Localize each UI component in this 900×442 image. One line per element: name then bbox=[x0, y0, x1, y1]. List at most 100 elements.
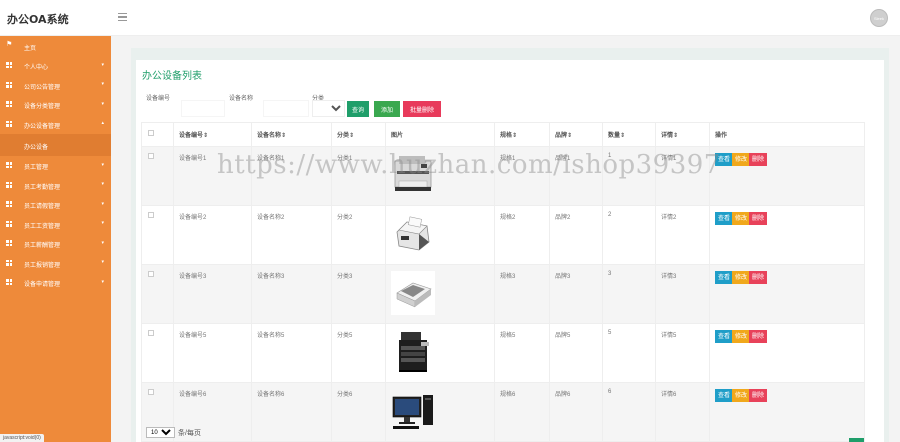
edit-button[interactable]: 修改 bbox=[732, 212, 751, 225]
sidebar-item-office-devices[interactable]: 办公设备管理 ▴ bbox=[0, 114, 111, 134]
edit-button[interactable]: 修改 bbox=[732, 330, 751, 343]
batch-delete-button[interactable]: 批量删除 bbox=[403, 101, 441, 117]
grid-icon bbox=[6, 201, 12, 207]
chevron-down-icon: ▾ bbox=[101, 100, 104, 107]
cell-qty: 6 bbox=[602, 382, 656, 442]
sidebar-item-reimbursement[interactable]: 员工报销管理 ▾ bbox=[0, 253, 111, 273]
sidebar-item-employees[interactable]: 员工管理 ▾ bbox=[0, 156, 111, 176]
delete-button[interactable]: 删除 bbox=[749, 330, 768, 343]
view-button[interactable]: 查看 bbox=[715, 153, 734, 166]
sidebar-item-device-requests[interactable]: 设备申请管理 ▾ bbox=[0, 273, 111, 293]
column-header[interactable]: 数量⇕ bbox=[602, 122, 656, 147]
sidebar-item-personal[interactable]: 个人中心 ▾ bbox=[0, 56, 111, 76]
cell-detail: 详情2 bbox=[655, 205, 710, 265]
row-checkbox[interactable] bbox=[148, 330, 154, 336]
view-button[interactable]: 查看 bbox=[715, 212, 734, 225]
column-header[interactable]: 品牌⇕ bbox=[549, 122, 603, 147]
chevron-down-icon: ▾ bbox=[101, 259, 104, 265]
table-row: 设备编号5 设备名称5 分类5 规格5 品牌5 5 详情5 查看 修改 删除 bbox=[141, 323, 865, 383]
grid-icon bbox=[6, 120, 12, 127]
device-table: 设备编号⇕ 设备名称⇕ 分类⇕ 图片 规格⇕ 品牌⇕ 数量⇕ 详情⇕ 操作 设备… bbox=[141, 122, 865, 442]
flag-icon: ⚑ bbox=[6, 41, 13, 48]
row-checkbox[interactable] bbox=[148, 271, 154, 277]
sidebar-item-label: 员工薪酬管理 bbox=[24, 243, 61, 249]
cell-spec: 规格3 bbox=[494, 264, 550, 324]
add-button[interactable]: 添加 bbox=[374, 101, 400, 117]
sidebar-subitem-label: 办公设备 bbox=[24, 144, 49, 151]
column-header[interactable]: 分类⇕ bbox=[331, 122, 386, 147]
delete-button[interactable]: 删除 bbox=[749, 212, 768, 225]
sidebar-item-label: 员工请假管理 bbox=[24, 204, 61, 210]
cell-category: 分类3 bbox=[331, 264, 386, 324]
sidebar-item-device-category[interactable]: 设备分类管理 ▾ bbox=[0, 95, 111, 115]
device-name-label: 设备名称 bbox=[229, 96, 254, 102]
column-header[interactable]: 规格⇕ bbox=[494, 122, 550, 147]
grid-icon bbox=[6, 181, 12, 188]
select-all-cell[interactable] bbox=[141, 122, 174, 147]
sidebar-item-label: 员工报销管理 bbox=[24, 262, 61, 269]
cell-spec: 规格2 bbox=[494, 205, 550, 265]
sidebar-item-home[interactable]: ⚑ 主页 bbox=[0, 36, 111, 56]
column-header[interactable]: 设备名称⇕ bbox=[251, 122, 332, 147]
sidebar-item-label: 设备申请管理 bbox=[24, 282, 61, 288]
view-button[interactable]: 查看 bbox=[715, 330, 734, 343]
row-checkbox[interactable] bbox=[148, 153, 154, 159]
table-row: 设备编号2 设备名称2 分类2 规格2 品牌2 2 详情2 查看 修改 删除 bbox=[141, 205, 865, 265]
sidebar-item-attendance[interactable]: 员工考勤管理 ▾ bbox=[0, 175, 111, 195]
chevron-down-icon: ▾ bbox=[101, 161, 104, 168]
cell-category: 分类6 bbox=[331, 382, 386, 442]
cell-category: 分类2 bbox=[331, 205, 386, 265]
scroll-top-button[interactable] bbox=[849, 438, 864, 442]
delete-button[interactable]: 删除 bbox=[749, 153, 768, 166]
cell-spec: 规格5 bbox=[494, 323, 550, 383]
sidebar-item-announcements[interactable]: 公司公告管理 ▾ bbox=[0, 75, 111, 95]
sidebar-item-salary[interactable]: 员工工资管理 ▾ bbox=[0, 214, 111, 234]
sidebar-item-leave[interactable]: 员工请假管理 ▾ bbox=[0, 195, 111, 215]
page-size-select[interactable]: 10 bbox=[146, 427, 175, 438]
cell-name: 设备名称2 bbox=[251, 205, 332, 265]
view-button[interactable]: 查看 bbox=[715, 389, 734, 402]
grid-icon bbox=[6, 220, 12, 227]
cell-name: 设备名称5 bbox=[251, 323, 332, 383]
per-page-label: 条/每页 bbox=[178, 429, 201, 437]
sidebar-subitem-office-device[interactable]: 办公设备 bbox=[0, 133, 111, 156]
money-counter-image bbox=[396, 216, 430, 251]
view-button[interactable]: 查看 bbox=[715, 271, 734, 284]
column-header[interactable]: 详情⇕ bbox=[655, 122, 710, 147]
row-checkbox[interactable] bbox=[148, 389, 154, 395]
grid-icon bbox=[6, 162, 12, 168]
edit-button[interactable]: 修改 bbox=[732, 153, 751, 166]
cell-spec: 规格6 bbox=[494, 382, 550, 442]
cell-name: 设备名称6 bbox=[251, 382, 332, 442]
cell-brand: 品牌3 bbox=[549, 264, 603, 324]
search-button[interactable]: 查询 bbox=[347, 101, 369, 117]
device-name-input[interactable] bbox=[263, 100, 309, 117]
cell-name: 设备名称1 bbox=[251, 146, 332, 206]
row-checkbox[interactable] bbox=[148, 212, 154, 218]
chevron-down-icon: ▾ bbox=[101, 81, 104, 87]
sidebar-item-compensation[interactable]: 员工薪酬管理 ▾ bbox=[0, 234, 111, 254]
cell-brand: 品牌6 bbox=[549, 382, 603, 442]
delete-button[interactable]: 删除 bbox=[749, 389, 768, 402]
cell-name: 设备名称3 bbox=[251, 264, 332, 324]
avatar[interactable]: Sleek bbox=[870, 9, 888, 27]
grid-icon bbox=[6, 62, 12, 68]
delete-button[interactable]: 删除 bbox=[749, 271, 768, 284]
sidebar-item-label: 公司公告管理 bbox=[24, 84, 61, 91]
edit-button[interactable]: 修改 bbox=[732, 389, 751, 402]
sidebar-item-label: 员工工资管理 bbox=[24, 223, 61, 230]
grid-icon bbox=[6, 81, 12, 88]
category-select[interactable] bbox=[312, 100, 345, 117]
menu-toggle-icon[interactable] bbox=[118, 13, 127, 21]
grid-icon bbox=[6, 101, 12, 107]
edit-button[interactable]: 修改 bbox=[732, 271, 751, 284]
chevron-down-icon: ▾ bbox=[101, 239, 104, 246]
cell-brand: 品牌1 bbox=[549, 146, 603, 206]
cell-qty: 2 bbox=[602, 205, 656, 265]
device-code-input[interactable] bbox=[181, 100, 225, 117]
app-title: 办公OA系统 bbox=[7, 13, 69, 26]
select-all-checkbox[interactable] bbox=[148, 130, 154, 136]
column-header: 操作 bbox=[709, 122, 865, 147]
grid-icon bbox=[6, 259, 12, 266]
column-header[interactable]: 设备编号⇕ bbox=[173, 122, 252, 147]
